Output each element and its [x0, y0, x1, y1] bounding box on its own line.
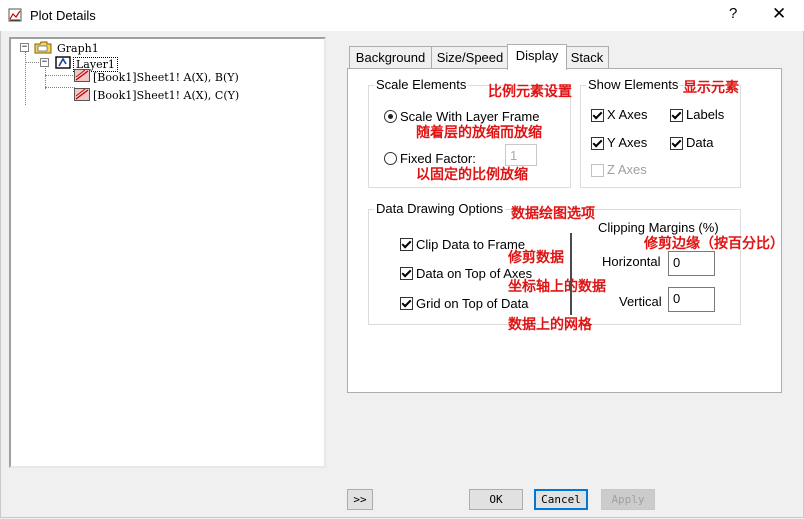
- y-axes-label[interactable]: Y Axes: [607, 135, 647, 150]
- show-elements-legend: Show Elements: [586, 77, 681, 92]
- plot-line-icon: [74, 88, 90, 101]
- scale-elements-annotation: 比例元素设置: [488, 83, 572, 99]
- title-bar: Plot Details ? ✕: [0, 0, 804, 31]
- tab-size-speed[interactable]: Size/Speed: [431, 46, 509, 69]
- tree-graph-node[interactable]: Graph1: [57, 42, 99, 55]
- z-axes-label[interactable]: Z Axes: [607, 162, 647, 177]
- x-axes-label[interactable]: X Axes: [607, 107, 647, 122]
- expand-button[interactable]: >>: [347, 489, 373, 510]
- graph-collapse-toggle[interactable]: −: [20, 43, 29, 52]
- help-button[interactable]: ?: [729, 5, 737, 22]
- data-drawing-legend: Data Drawing Options: [374, 201, 506, 216]
- scale-with-frame-annotation: 随着层的放缩而放缩: [416, 124, 542, 140]
- ok-button[interactable]: OK: [469, 489, 523, 510]
- fixed-factor-input[interactable]: 1: [505, 144, 537, 166]
- scale-with-frame-radio[interactable]: [384, 110, 397, 123]
- tab-background[interactable]: Background: [349, 46, 432, 69]
- show-elements-group: [580, 85, 741, 188]
- horizontal-margin-input[interactable]: 0: [668, 251, 715, 276]
- horizontal-label: Horizontal: [602, 254, 661, 269]
- tab-display[interactable]: Display: [507, 44, 567, 70]
- cancel-button[interactable]: Cancel: [534, 489, 588, 510]
- vertical-margin-input[interactable]: 0: [668, 287, 715, 312]
- grid-on-top-checkbox[interactable]: [400, 297, 413, 310]
- clipping-margins-annotation: 修剪边缘（按百分比）: [644, 235, 784, 251]
- layer-collapse-toggle[interactable]: −: [40, 58, 49, 67]
- data-checkbox[interactable]: [670, 137, 683, 150]
- data-on-top-checkbox[interactable]: [400, 267, 413, 280]
- tree-plot-item[interactable]: [Book1]Sheet1! A(X), B(Y): [93, 71, 239, 84]
- grid-on-top-label[interactable]: Grid on Top of Data: [416, 296, 529, 311]
- plot-details-app-icon: [8, 8, 22, 22]
- z-axes-checkbox[interactable]: [591, 164, 604, 177]
- data-drawing-annotation: 数据绘图选项: [511, 205, 595, 221]
- data-on-top-annotation: 坐标轴上的数据: [508, 278, 606, 294]
- labels-label[interactable]: Labels: [686, 107, 724, 122]
- fixed-factor-radio[interactable]: [384, 152, 397, 165]
- plot-tree[interactable]: − Graph1 − Layer1 [Book1]Sheet1! A(X), B…: [9, 37, 326, 468]
- x-axes-checkbox[interactable]: [591, 109, 604, 122]
- graph-folder-icon: [34, 41, 52, 54]
- vertical-label: Vertical: [619, 294, 662, 309]
- show-elements-annotation: 显示元素: [683, 79, 739, 95]
- scale-elements-legend: Scale Elements: [374, 77, 469, 92]
- group-divider: [570, 233, 572, 315]
- fixed-factor-annotation: 以固定的比例放缩: [416, 166, 528, 182]
- apply-button[interactable]: Apply: [601, 489, 655, 510]
- tree-plot-item[interactable]: [Book1]Sheet1! A(X), C(Y): [93, 89, 239, 102]
- labels-checkbox[interactable]: [670, 109, 683, 122]
- data-label[interactable]: Data: [686, 135, 713, 150]
- close-button[interactable]: ✕: [772, 4, 786, 24]
- tab-stack[interactable]: Stack: [565, 46, 609, 69]
- plot-line-icon: [74, 69, 90, 82]
- grid-on-top-annotation: 数据上的网格: [508, 316, 592, 332]
- y-axes-checkbox[interactable]: [591, 137, 604, 150]
- window-title: Plot Details: [30, 8, 96, 23]
- layer-icon: [55, 56, 71, 69]
- clip-data-annotation: 修剪数据: [508, 249, 564, 265]
- clip-data-checkbox[interactable]: [400, 238, 413, 251]
